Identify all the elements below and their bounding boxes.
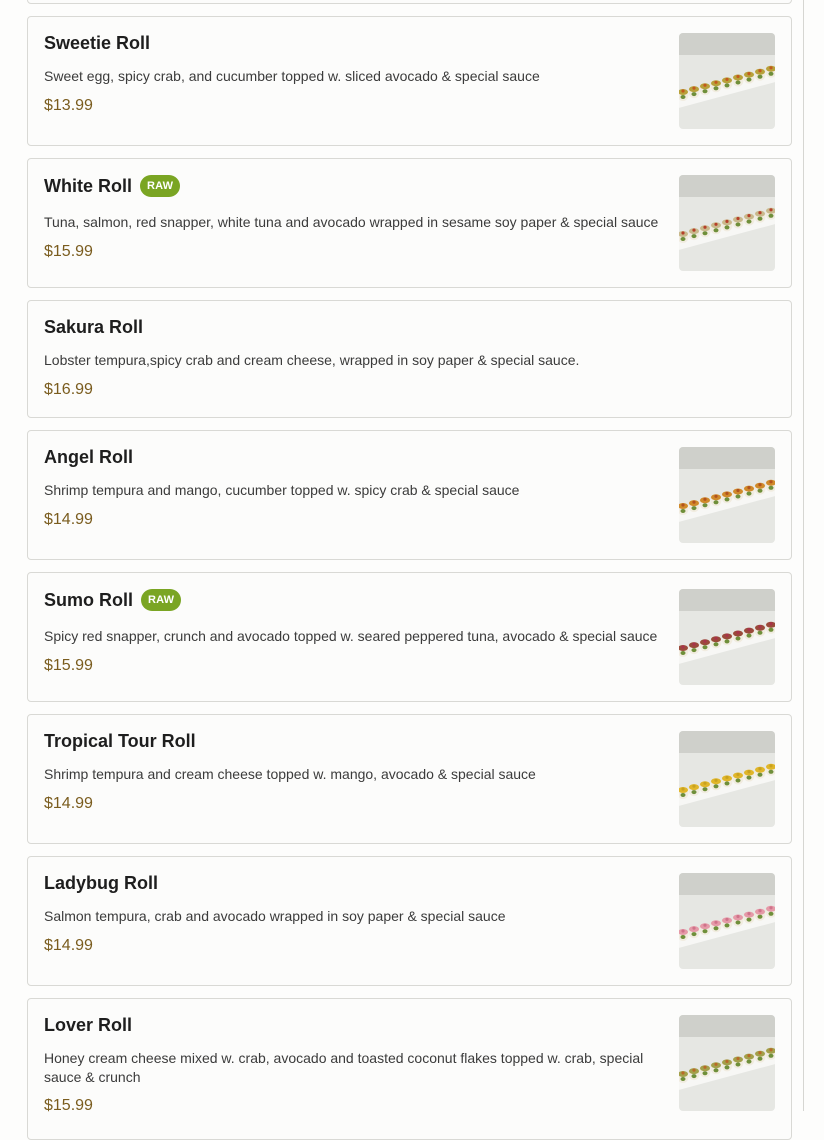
raw-badge: RAW xyxy=(140,175,181,197)
item-name: Sakura Roll xyxy=(44,317,144,337)
menu-item-card[interactable]: Angel Roll Shrimp tempura and mango, cuc… xyxy=(27,430,792,560)
item-description: Salmon tempura, crab and avocado wrapped… xyxy=(44,908,506,924)
item-price: $14.99 xyxy=(44,937,93,954)
menu-item-card[interactable]: Sumo Roll RAW Spicy red snapper, crunch … xyxy=(27,572,792,702)
item-name: Tropical Tour Roll xyxy=(44,731,196,751)
menu-item-card[interactable]: Sweetie Roll Sweet egg, spicy crab, and … xyxy=(27,16,792,146)
item-price: $16.99 xyxy=(44,381,93,398)
menu-item-card[interactable]: Tropical Tour Roll Shrimp tempura and cr… xyxy=(27,714,792,844)
item-description: Shrimp tempura and mango, cucumber toppe… xyxy=(44,482,520,498)
item-name: Ladybug Roll xyxy=(44,873,158,893)
item-name: Lover Roll xyxy=(44,1015,133,1035)
scrollbar-divider xyxy=(803,0,804,1111)
item-photo[interactable] xyxy=(679,589,775,685)
item-name-row: Lover Roll xyxy=(44,1015,132,1036)
item-price: $15.99 xyxy=(44,1097,93,1114)
menu-item-card[interactable]: Lover Roll Honey cream cheese mixed w. c… xyxy=(27,998,792,1140)
item-name: Sweetie Roll xyxy=(44,33,151,53)
menu-item-card[interactable]: White Roll RAW Tuna, salmon, red snapper… xyxy=(27,158,792,288)
item-description: Sweet egg, spicy crab, and cucumber topp… xyxy=(44,68,540,84)
raw-badge: RAW xyxy=(141,589,182,611)
item-name-row: Sakura Roll xyxy=(44,317,143,338)
item-name-row: Sumo Roll RAW xyxy=(44,589,182,611)
menu-item-card[interactable]: Ladybug Roll Salmon tempura, crab and av… xyxy=(27,856,792,986)
item-price: $15.99 xyxy=(44,657,93,674)
menu-item-card-partial[interactable] xyxy=(27,0,792,4)
item-description: Tuna, salmon, red snapper, white tuna an… xyxy=(44,214,659,230)
item-description: Honey cream cheese mixed w. crab, avocad… xyxy=(44,1050,644,1085)
item-description: Spicy red snapper, crunch and avocado to… xyxy=(44,628,658,644)
item-photo[interactable] xyxy=(679,447,775,543)
item-price: $14.99 xyxy=(44,511,93,528)
item-name-row: Tropical Tour Roll xyxy=(44,731,196,752)
item-photo[interactable] xyxy=(679,1015,775,1111)
item-description: Shrimp tempura and cream cheese topped w… xyxy=(44,766,536,782)
menu-item-card[interactable]: Sakura Roll Lobster tempura,spicy crab a… xyxy=(27,300,792,418)
item-name: Sumo Roll xyxy=(44,589,133,610)
item-name: Angel Roll xyxy=(44,447,133,467)
item-name: White Roll xyxy=(44,175,132,196)
item-price: $15.99 xyxy=(44,243,93,260)
item-name-row: Sweetie Roll xyxy=(44,33,150,54)
item-photo[interactable] xyxy=(679,731,775,827)
item-name-row: White Roll RAW xyxy=(44,175,181,197)
item-photo[interactable] xyxy=(679,175,775,271)
item-price: $14.99 xyxy=(44,795,93,812)
item-price: $13.99 xyxy=(44,97,93,114)
item-name-row: Angel Roll xyxy=(44,447,133,468)
item-photo[interactable] xyxy=(679,873,775,969)
item-description: Lobster tempura,spicy crab and cream che… xyxy=(44,352,580,368)
item-photo[interactable] xyxy=(679,33,775,129)
item-name-row: Ladybug Roll xyxy=(44,873,158,894)
